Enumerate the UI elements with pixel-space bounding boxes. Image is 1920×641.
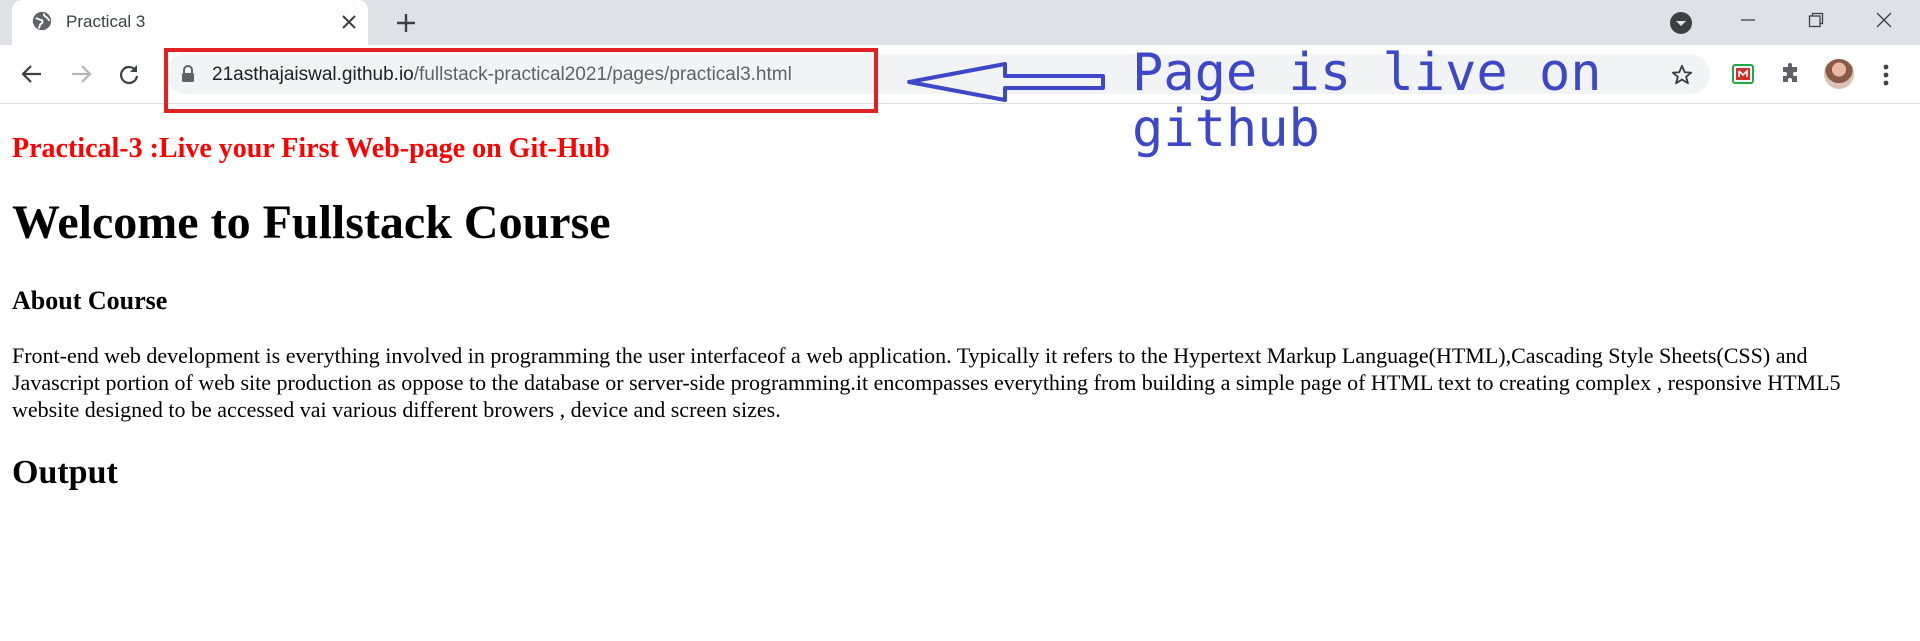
avatar[interactable] — [1824, 59, 1854, 89]
url-highlight-box — [164, 48, 878, 113]
tab-title: Practical 3 — [66, 12, 146, 31]
close-icon[interactable] — [336, 9, 362, 35]
forward-icon[interactable] — [66, 59, 96, 89]
plus-icon[interactable] — [392, 9, 420, 37]
restore-icon[interactable] — [1798, 6, 1834, 34]
section-heading-output: Output — [12, 454, 118, 491]
page-title: Welcome to Fullstack Course — [12, 196, 611, 249]
annotation-text: Page is live on github — [1132, 43, 1602, 159]
star-icon[interactable] — [1668, 61, 1696, 89]
minimize-icon[interactable] — [1730, 6, 1766, 34]
puzzle-icon[interactable] — [1778, 61, 1804, 87]
extension-icon[interactable] — [1730, 61, 1756, 87]
about-paragraph: Front-end web development is everything … — [12, 343, 1841, 422]
more-icon[interactable] — [1874, 61, 1898, 89]
globe-icon — [32, 11, 52, 31]
practical-title: Practical-3 :Live your First Web-page on… — [12, 133, 610, 164]
arrow-icon — [907, 62, 1105, 102]
tab-practical-3[interactable]: Practical 3 — [12, 0, 368, 45]
tab-strip: Practical 3 — [0, 0, 1920, 45]
tab-search-icon[interactable] — [1669, 11, 1693, 35]
window-close-icon[interactable] — [1866, 6, 1902, 34]
section-heading-about: About Course — [12, 286, 168, 315]
reload-icon[interactable] — [114, 59, 144, 89]
back-icon[interactable] — [17, 59, 47, 89]
